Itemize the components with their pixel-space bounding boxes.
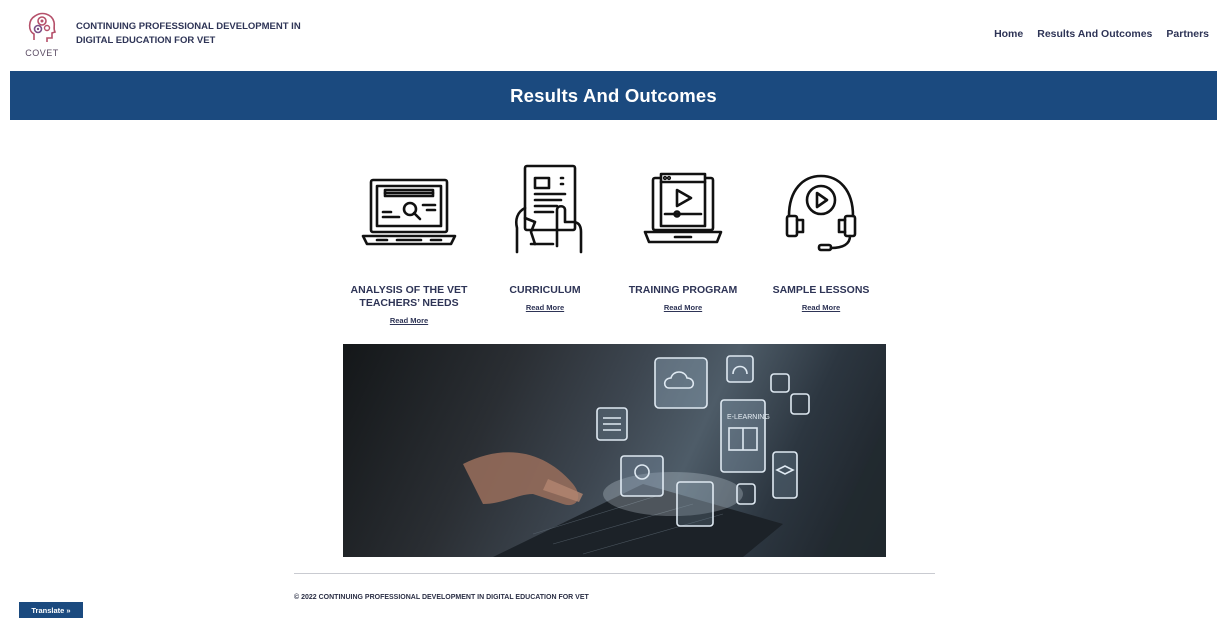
read-more-link[interactable]: Read More <box>390 316 428 325</box>
document-touch-icon <box>514 164 583 254</box>
translate-button[interactable]: Translate » <box>19 602 83 618</box>
card-curriculum: CURRICULUM Read More <box>475 160 615 315</box>
laptop-video-icon <box>643 172 723 244</box>
covet-logo[interactable]: COVET <box>22 8 62 62</box>
footer-divider <box>294 573 935 574</box>
site-title[interactable]: CONTINUING PROFESSIONAL DEVELOPMENT IN D… <box>76 20 336 48</box>
nav-item-results-and-outcomes[interactable]: Results And Outcomes <box>1037 28 1152 40</box>
read-more-link[interactable]: Read More <box>664 303 702 312</box>
copyright-text: © 2022 CONTINUING PROFESSIONAL DEVELOPME… <box>294 594 589 601</box>
e-learning-illustration: E-LEARNING <box>463 355 886 557</box>
read-more-link[interactable]: Read More <box>526 303 564 312</box>
page-banner: Results And Outcomes <box>10 71 1217 120</box>
hero-image: E-LEARNING <box>343 344 886 557</box>
results-cards: ANALYSIS OF THE VET TEACHERS’ NEEDS Read… <box>339 160 879 330</box>
e-learning-label: E-LEARNING <box>727 414 770 421</box>
card-label: ANALYSIS OF THE VET TEACHERS’ NEEDS <box>350 284 468 309</box>
read-more-link[interactable]: Read More <box>802 303 840 312</box>
card-training-program: TRAINING PROGRAM Read More <box>613 160 753 315</box>
laptop-search-icon <box>361 178 457 246</box>
head-gears-logo-icon <box>28 12 57 42</box>
nav-item-home[interactable]: Home <box>994 28 1023 40</box>
headset-play-icon <box>785 174 857 252</box>
nav-item-partners[interactable]: Partners <box>1166 28 1209 40</box>
card-label: TRAINING PROGRAM <box>628 284 738 296</box>
card-sample-lessons: SAMPLE LESSONS Read More <box>751 160 891 315</box>
site-header: COVET CONTINUING PROFESSIONAL DEVELOPMEN… <box>0 0 1217 72</box>
card-label: SAMPLE LESSONS <box>772 284 870 296</box>
main-nav: Home Results And Outcomes Partners <box>980 28 1209 40</box>
logo-text: COVET <box>25 48 59 58</box>
card-label: CURRICULUM <box>509 284 581 296</box>
page-title: Results And Outcomes <box>510 84 717 106</box>
card-analysis: ANALYSIS OF THE VET TEACHERS’ NEEDS Read… <box>339 160 479 328</box>
